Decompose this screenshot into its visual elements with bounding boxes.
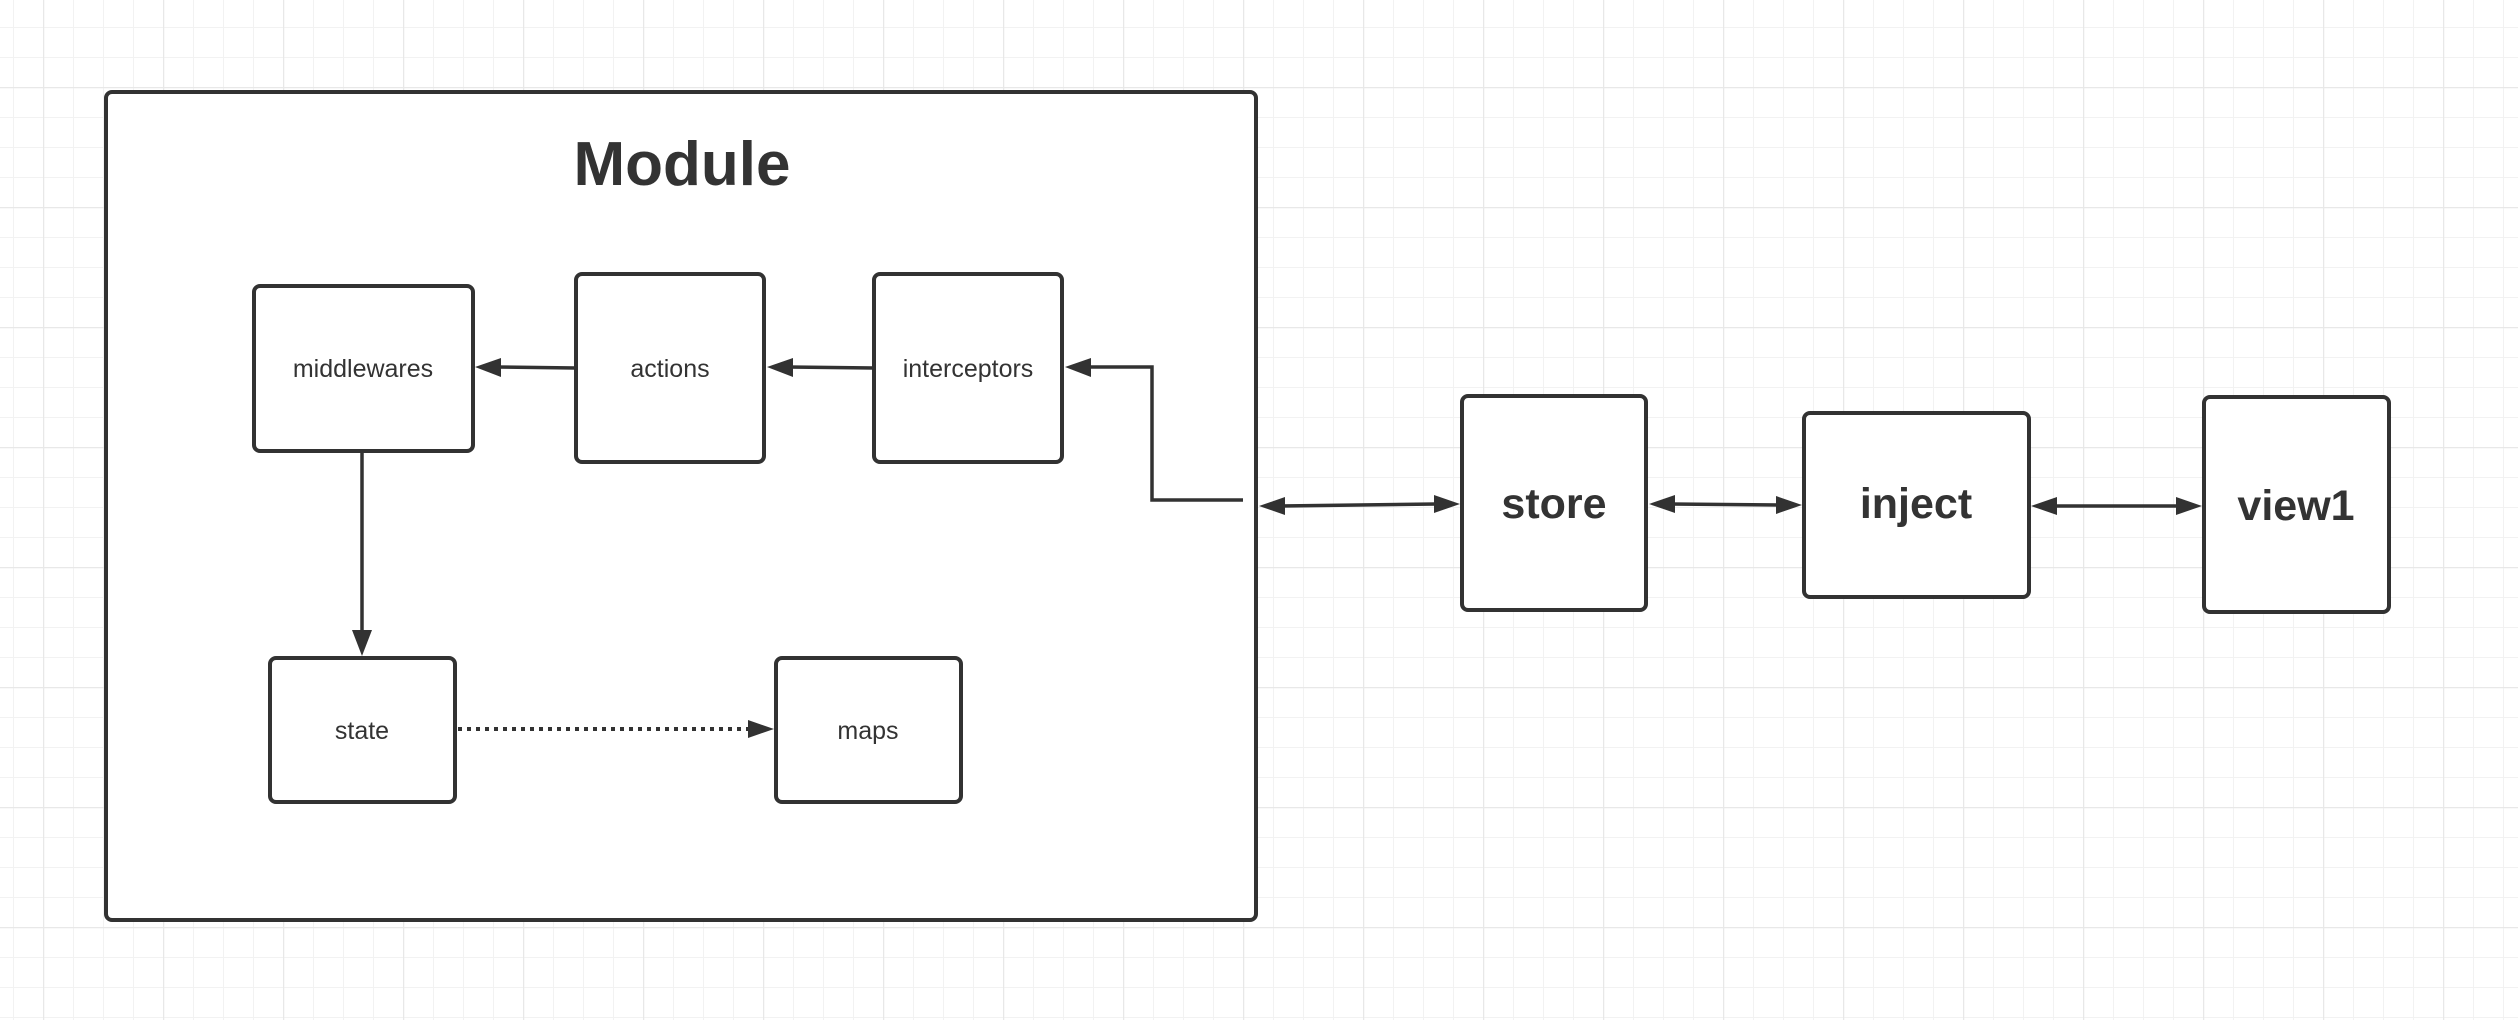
module-title: Module	[574, 130, 791, 199]
node-middlewares[interactable]: middlewares	[252, 284, 475, 453]
node-maps-label: maps	[837, 717, 898, 745]
node-actions-label: actions	[630, 355, 709, 383]
node-store-label: store	[1501, 480, 1606, 528]
node-interceptors[interactable]: interceptors	[872, 272, 1064, 464]
node-view1[interactable]: view1	[2202, 395, 2391, 614]
node-inject[interactable]: inject	[1802, 411, 2031, 599]
node-inject-label: inject	[1860, 480, 1972, 528]
edge-line[interactable]	[787, 365, 875, 370]
diagram-canvas[interactable]: Module middlewares actions interceptors …	[0, 0, 2518, 1020]
edge-line[interactable]	[1669, 502, 1781, 507]
node-view1-label: view1	[2237, 482, 2354, 530]
node-state-label: state	[335, 717, 389, 745]
node-interceptors-label: interceptors	[903, 355, 1034, 383]
edge-line[interactable]	[495, 365, 577, 370]
node-maps[interactable]: maps	[774, 656, 963, 804]
node-middlewares-label: middlewares	[293, 355, 433, 383]
node-store[interactable]: store	[1460, 394, 1648, 612]
edge-line[interactable]	[1279, 502, 1437, 508]
node-state[interactable]: state	[268, 656, 457, 804]
node-actions[interactable]: actions	[574, 272, 766, 464]
